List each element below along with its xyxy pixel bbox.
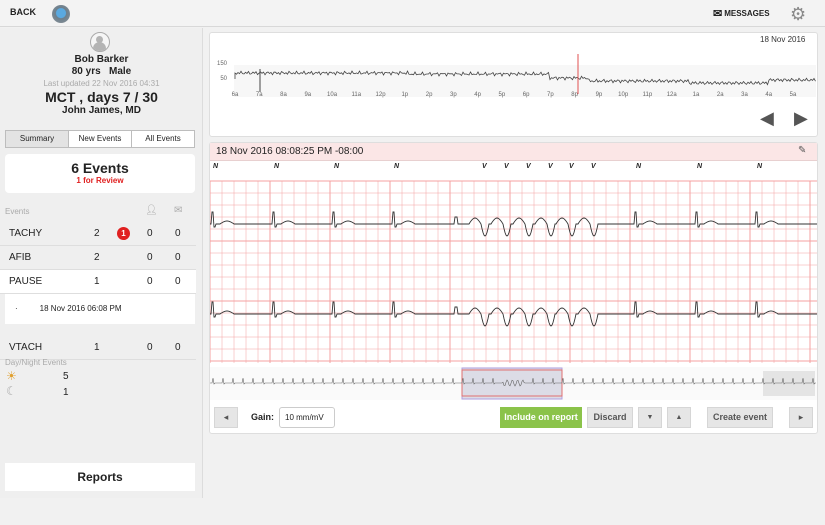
sun-icon: ☀ [6, 369, 17, 383]
trend-x-tick: 9a [304, 92, 311, 98]
day-night-title: Day/Night Events [5, 358, 67, 367]
event-row-pause[interactable]: PAUSE 1 0 0 [0, 270, 196, 294]
night-count: 1 [63, 387, 69, 398]
event-row-afib[interactable]: AFIB 2 0 0 [0, 246, 196, 270]
overview-shaded-region [763, 371, 815, 396]
reviewed-count: 0 [147, 276, 153, 287]
event-row-vtach[interactable]: VTACH 1 0 0 [0, 336, 196, 360]
trend-x-tick: 4p [474, 92, 481, 98]
next-arrow-icon[interactable]: ▶ [794, 108, 808, 129]
sent-count: 0 [175, 228, 181, 239]
sent-count: 0 [175, 342, 181, 353]
tab-all-events[interactable]: All Events [132, 131, 194, 147]
patient-name: Bob Barker [74, 54, 129, 65]
trend-x-tick: 12a [667, 92, 678, 98]
event-row-tachy[interactable]: TACHY 2 1 0 0 [0, 222, 196, 246]
review-count: 1 for Review [76, 176, 124, 185]
event-count: 2 [94, 252, 100, 263]
trend-x-tick: 9p [596, 92, 603, 98]
event-type: TACHY [9, 228, 43, 239]
trend-x-tick: 1p [401, 92, 408, 98]
include-on-report-button[interactable]: Include on report [500, 407, 582, 428]
messages-label: MESSAGES [724, 9, 770, 18]
reviewed-count: 0 [147, 228, 153, 239]
prev-arrow-icon[interactable]: ◀ [760, 108, 774, 129]
events-header: Events [5, 207, 30, 216]
trend-x-tick: 2a [717, 92, 724, 98]
last-updated: Last updated 22 Nov 2016 04:31 [43, 79, 160, 88]
gain-label: Gain: [251, 412, 275, 422]
prev-strip-button[interactable]: ◂ [214, 407, 238, 428]
strip-timestamp: 18 Nov 2016 08:08:25 PM -08:00 [216, 146, 364, 157]
tab-summary[interactable]: Summary [6, 131, 69, 147]
patient-sex: Male [109, 66, 132, 77]
review-badge: 1 [117, 227, 130, 240]
avatar [90, 32, 110, 52]
hospital-logo-icon[interactable] [52, 5, 70, 23]
event-timestamp: 18 Nov 2016 06:08 PM [39, 304, 122, 313]
trend-x-tick: 5p [499, 92, 506, 98]
patient-demographics: 80 yrs Male [0, 66, 203, 77]
trend-x-tick: 3p [450, 92, 457, 98]
day-count: 5 [63, 371, 69, 382]
view-tabs: Summary New Events All Events [5, 130, 195, 148]
gear-icon[interactable]: ⚙ [790, 5, 806, 23]
trend-x-tick: 11p [643, 92, 653, 98]
patient-age: 80 yrs [71, 66, 101, 77]
trend-x-tick: 3a [741, 92, 748, 98]
sent-count: 0 [175, 276, 181, 287]
study-info: MCT , days 7 / 30 [45, 89, 158, 105]
trend-x-tick: 10a [327, 92, 338, 98]
trend-x-tick: 6a [232, 92, 239, 98]
trend-x-tick: 2p [426, 92, 433, 98]
discard-button[interactable]: Discard [587, 407, 633, 428]
trend-x-tick: 1a [693, 92, 700, 98]
ecg-strip[interactable] [210, 162, 817, 367]
trend-y-tick: 50 [220, 76, 227, 82]
tab-new-events[interactable]: New Events [69, 131, 132, 147]
trend-x-tick: 6p [523, 92, 530, 98]
reviewed-count: 0 [147, 342, 153, 353]
event-count: 1 [94, 276, 100, 287]
edit-pencil-icon[interactable]: ✎ [798, 145, 806, 156]
trend-x-tick: 10p [618, 92, 629, 98]
moon-icon: ☾ [6, 384, 17, 398]
event-count: 2 [94, 228, 100, 239]
overview-selection-window[interactable] [461, 367, 563, 400]
trend-x-tick: 8a [280, 92, 287, 98]
trend-x-tick: 7p [547, 92, 554, 98]
ecg-overview-strip[interactable] [210, 367, 817, 400]
trend-x-tick: 4a [765, 92, 772, 98]
messages-button[interactable]: ✉ MESSAGES [713, 7, 770, 20]
reviewed-count: 0 [147, 252, 153, 263]
trend-x-tick: 5a [790, 92, 797, 98]
reports-button[interactable]: Reports [5, 463, 195, 491]
top-bar: BACK ✉ MESSAGES ⚙ [0, 0, 825, 27]
move-up-button[interactable]: ▲ [667, 407, 691, 428]
next-strip-button[interactable]: ▸ [789, 407, 813, 428]
trend-y-tick: 150 [217, 61, 228, 67]
gain-select[interactable]: 10 mm/mV [279, 407, 335, 428]
event-list-item[interactable]: · 18 Nov 2016 06:08 PM [5, 294, 195, 324]
back-button[interactable]: BACK [10, 7, 36, 17]
events-count: 6 Events [71, 160, 129, 176]
events-summary-card: 6 Events 1 for Review [5, 154, 195, 193]
sent-count: 0 [175, 252, 181, 263]
heart-rate-trend-chart[interactable]: 150506a 7a 8a 9a 10a 11a 12p 1p 2p 3p 4p 5p 6p 7p 8p 9p… [209, 32, 818, 137]
create-event-button[interactable]: Create event [707, 407, 773, 428]
trend-x-tick: 7a [256, 92, 263, 98]
event-count: 1 [94, 342, 100, 353]
move-down-button[interactable]: ▼ [638, 407, 662, 428]
envelope-icon: ✉ [174, 205, 183, 216]
reviewer-icon: 👤︎ [145, 205, 158, 216]
physician: John James, MD [62, 105, 141, 116]
event-type: VTACH [9, 342, 43, 353]
trend-x-tick: 12p [376, 92, 387, 98]
envelope-icon: ✉ [713, 8, 723, 20]
event-type: AFIB [9, 252, 32, 263]
event-type: PAUSE [9, 276, 43, 287]
trend-x-tick: 11a [352, 92, 362, 98]
